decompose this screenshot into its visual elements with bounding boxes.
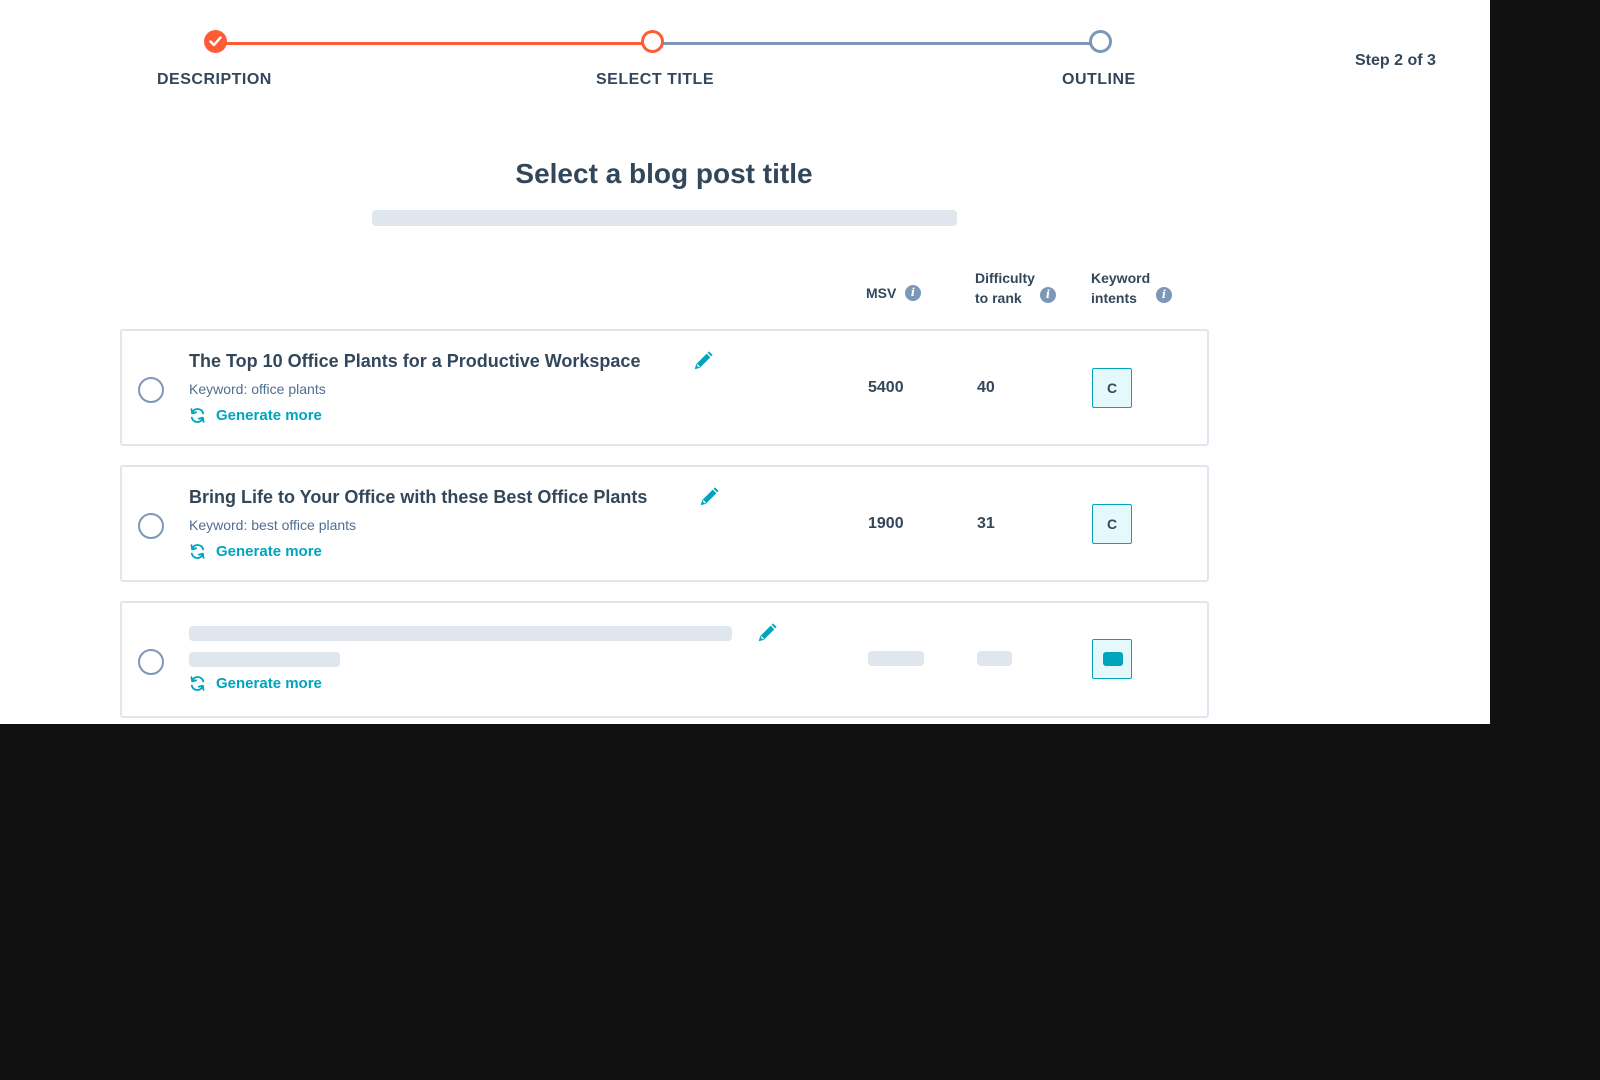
pencil-edit-icon[interactable] [756, 622, 778, 649]
pencil-edit-icon[interactable] [692, 350, 714, 377]
step-count: Step 2 of 3 [1355, 52, 1436, 69]
title-option-radio[interactable] [138, 513, 164, 539]
title-option-keyword: Keyword: office plants [189, 381, 326, 397]
difficulty-value: 40 [977, 379, 995, 396]
step-select-title-indicator [641, 30, 664, 53]
title-option-radio[interactable] [138, 649, 164, 675]
difficulty-info-icon[interactable]: i [1040, 287, 1056, 303]
generate-more-button[interactable]: Generate more [189, 543, 322, 560]
keyword-intents-info-icon[interactable]: i [1156, 287, 1172, 303]
generate-more-button[interactable]: Generate more [189, 675, 322, 692]
msv-value: 5400 [868, 379, 904, 396]
column-header-difficulty: Difficulty to rank [975, 270, 1035, 306]
generate-more-label: Generate more [216, 543, 322, 560]
column-header-keyword-intents: Keyword intents [1091, 270, 1151, 306]
pencil-edit-icon[interactable] [698, 486, 720, 513]
step-label-description[interactable]: DESCRIPTION [157, 71, 272, 89]
generate-more-label: Generate more [216, 407, 322, 424]
title-option-text: The Top 10 Office Plants for a Productiv… [189, 351, 641, 371]
keyword-intent-badge-loading [1092, 639, 1132, 679]
title-option-card[interactable]: The Top 10 Office Plants for a Productiv… [120, 329, 1209, 446]
title-option-radio[interactable] [138, 377, 164, 403]
step-label-outline: OUTLINE [1062, 71, 1136, 88]
title-loading-skeleton [189, 626, 732, 641]
refresh-icon [189, 407, 206, 424]
keyword-loading-skeleton [189, 652, 340, 667]
step-label-select-title: SELECT TITLE [596, 71, 714, 88]
title-option-text: Bring Life to Your Office with these Bes… [189, 487, 648, 507]
title-option-keyword: Keyword: best office plants [189, 517, 357, 533]
page-title: Select a blog post title [515, 158, 813, 189]
stepper-progress-todo [653, 42, 1101, 45]
title-option-card[interactable]: Bring Life to Your Office with these Bes… [120, 465, 1209, 582]
difficulty-loading-skeleton [977, 651, 1012, 666]
page: DESCRIPTION SELECT TITLE OUTLINE Step 2 … [0, 0, 1490, 724]
refresh-icon [189, 675, 206, 692]
intent-loading-skeleton [1103, 652, 1123, 666]
msv-loading-skeleton [868, 651, 924, 666]
column-header-msv: MSV [866, 285, 897, 301]
stepper-progress-done [217, 42, 653, 45]
keyword-intent-badge[interactable]: C [1092, 368, 1132, 408]
step-description-check-icon[interactable] [204, 30, 227, 53]
msv-value: 1900 [868, 515, 904, 532]
step-outline-indicator [1089, 30, 1112, 53]
generate-more-button[interactable]: Generate more [189, 407, 322, 424]
refresh-icon [189, 543, 206, 560]
keyword-intent-badge[interactable]: C [1092, 504, 1132, 544]
difficulty-value: 31 [977, 515, 995, 532]
msv-info-icon[interactable]: i [905, 285, 921, 301]
title-option-card-loading[interactable]: Generate more [120, 601, 1209, 718]
subtitle-loading-skeleton [372, 210, 957, 226]
generate-more-label: Generate more [216, 675, 322, 692]
